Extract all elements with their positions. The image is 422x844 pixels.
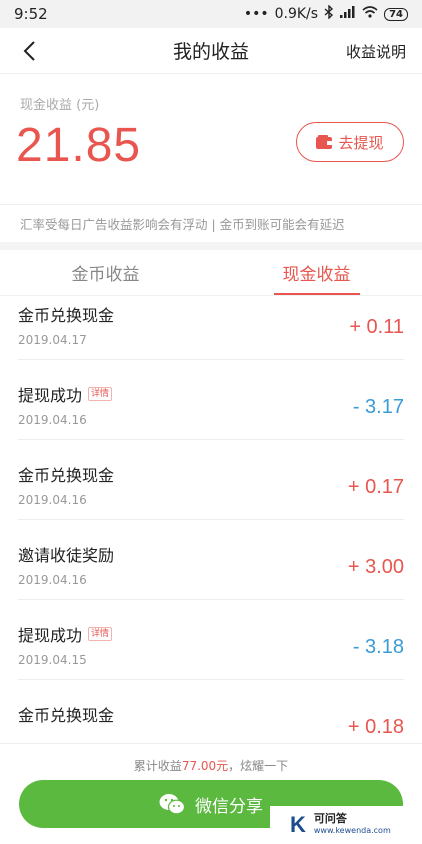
signal-icon bbox=[340, 6, 356, 22]
site-watermark: K 可问答 www.kewenda.com bbox=[270, 806, 422, 844]
list-item[interactable]: 金币兑换现金 2019.04.16 + 0.17 bbox=[0, 440, 422, 520]
withdraw-label: 去提现 bbox=[338, 133, 384, 152]
section-divider bbox=[0, 242, 422, 250]
record-amount: - 3.18 bbox=[352, 636, 404, 658]
earnings-info-link[interactable]: 收益说明 bbox=[346, 41, 406, 62]
record-date: 2019.04.16 bbox=[18, 493, 87, 507]
record-title: 邀请收徒奖励 bbox=[18, 546, 115, 565]
record-amount: + 0.17 bbox=[347, 476, 404, 498]
list-item[interactable]: 提现成功 详情 2019.04.16 - 3.17 bbox=[0, 360, 422, 440]
exchange-notice: 汇率受每日广告收益影响会有浮动 | 金币到账可能会有延迟 bbox=[0, 204, 422, 242]
earnings-list[interactable]: 金币兑换现金 2019.04.17 + 0.11 提现成功 详情 2019.04.… bbox=[0, 296, 422, 743]
network-speed: 0.9K/s bbox=[274, 6, 319, 22]
record-title: 提现成功 详情 bbox=[18, 622, 113, 646]
record-title: 金币兑换现金 bbox=[18, 466, 115, 485]
record-amount: - 3.17 bbox=[352, 396, 404, 418]
wifi-icon bbox=[362, 6, 378, 22]
detail-tag[interactable]: 详情 bbox=[88, 627, 113, 641]
wechat-icon bbox=[159, 794, 185, 815]
list-item[interactable]: 提现成功 详情 2019.04.15 - 3.18 bbox=[0, 600, 422, 680]
total-earnings-text: 累计收益77.00元，炫耀一下 bbox=[133, 759, 289, 773]
wallet-icon bbox=[316, 135, 333, 149]
record-amount: + 0.11 bbox=[349, 316, 404, 338]
balance-label: 现金收益 (元) bbox=[20, 98, 100, 113]
balance-amount: 21.85 bbox=[16, 119, 142, 172]
record-date: 2019.04.17 bbox=[18, 333, 87, 347]
status-time: 9:52 bbox=[14, 5, 48, 23]
total-earnings-amount: 77.00元 bbox=[181, 759, 229, 773]
record-title: 金币兑换现金 bbox=[18, 306, 115, 325]
back-arrow-icon bbox=[23, 41, 35, 61]
earnings-tabs: 金币收益 现金收益 bbox=[0, 250, 422, 296]
record-date: 2019.04.15 bbox=[18, 653, 87, 667]
tab-coin-earnings[interactable]: 金币收益 bbox=[0, 250, 211, 295]
detail-tag[interactable]: 详情 bbox=[88, 387, 113, 401]
watermark-url: www.kewenda.com bbox=[313, 826, 391, 835]
tab-cash-earnings[interactable]: 现金收益 bbox=[211, 250, 422, 295]
status-indicators: ••• 0.9K/s 74 bbox=[243, 4, 408, 23]
record-title: 提现成功 详情 bbox=[18, 382, 113, 406]
list-item[interactable]: 金币兑换现金 2019.04.17 + 0.11 bbox=[0, 296, 422, 360]
watermark-logo: K bbox=[290, 812, 306, 837]
share-label: 微信分享 bbox=[195, 796, 263, 817]
battery-icon: 74 bbox=[384, 7, 408, 21]
record-date: 2019.04.16 bbox=[18, 573, 87, 587]
balance-card: 现金收益 (元) 21.85 去提现 bbox=[0, 74, 422, 204]
nav-bar: 我的收益 收益说明 bbox=[0, 28, 422, 74]
page-title: 我的收益 bbox=[172, 41, 249, 63]
record-title: 金币兑换现金 bbox=[18, 706, 115, 725]
more-dots-icon: ••• bbox=[243, 6, 269, 22]
watermark-name: 可问答 bbox=[313, 812, 347, 825]
record-date: 2019.04.16 bbox=[18, 413, 87, 427]
record-amount: + 3.00 bbox=[347, 556, 404, 578]
withdraw-button[interactable]: 去提现 bbox=[296, 122, 404, 162]
list-item[interactable]: 邀请收徒奖励 2019.04.16 + 3.00 bbox=[0, 520, 422, 600]
status-bar: 9:52 ••• 0.9K/s 74 bbox=[0, 0, 422, 28]
back-button[interactable] bbox=[14, 36, 44, 66]
record-amount: + 0.18 bbox=[347, 716, 404, 738]
list-item[interactable]: 金币兑换现金 + 0.18 bbox=[0, 680, 422, 743]
bluetooth-icon bbox=[324, 4, 334, 23]
